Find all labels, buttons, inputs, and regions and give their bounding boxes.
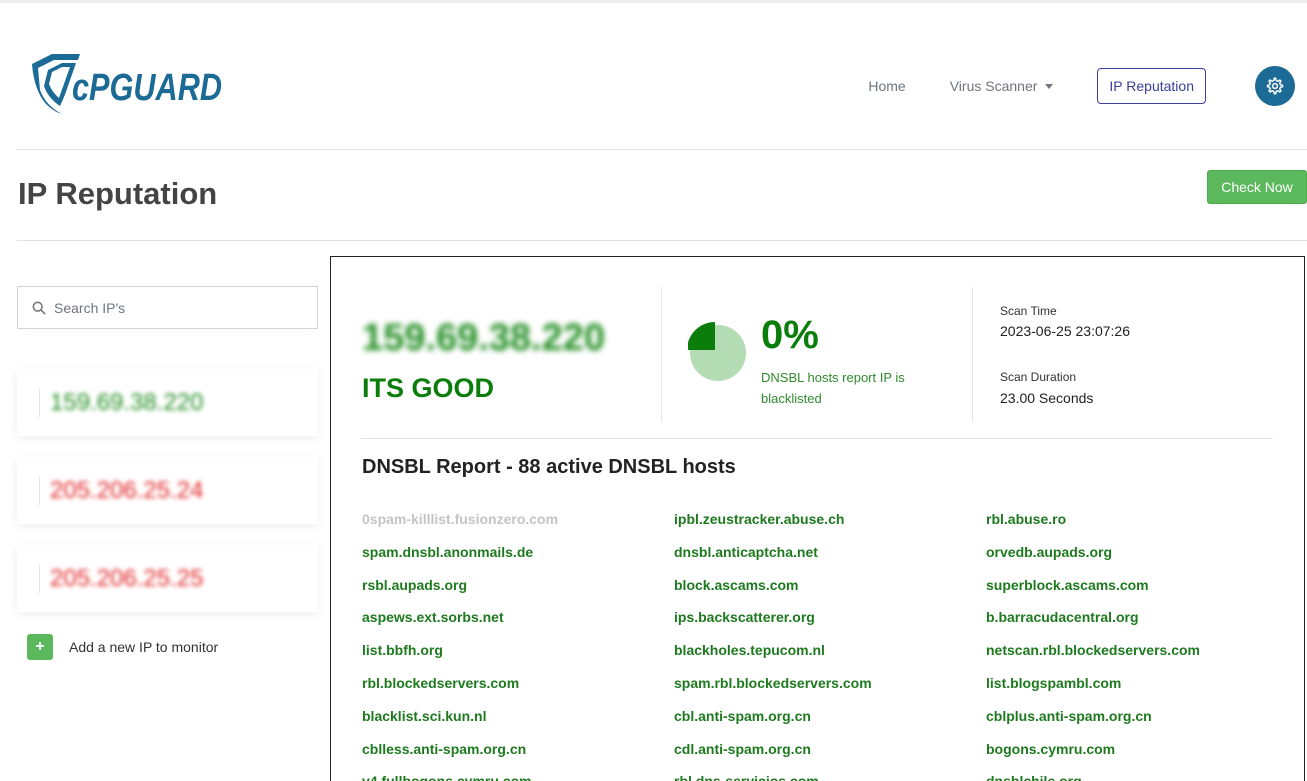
nav-virus-scanner[interactable]: Virus Scanner [950, 78, 1054, 94]
title-divider [17, 240, 1307, 241]
item-divider [39, 564, 40, 593]
add-ip-button[interactable]: + [27, 634, 53, 660]
add-ip-label: Add a new IP to monitor [69, 639, 219, 655]
blacklist-percent: 0% [761, 313, 819, 357]
result-panel: 159.69.38.220 ITS GOOD 0% DNSBL hosts re… [330, 256, 1305, 781]
nav-home[interactable]: Home [868, 78, 905, 94]
dnsbl-host: ipbl.zeustracker.abuse.ch [674, 511, 845, 527]
blacklist-description: DNSBL hosts report IP is blacklisted [761, 370, 905, 406]
caret-down-icon [1045, 83, 1054, 89]
top-border [0, 0, 1307, 3]
dnsbl-host: rbl.dns-servicios.com [674, 773, 986, 781]
logo-text: cPGUARD [72, 67, 222, 109]
stat-divider [661, 287, 662, 422]
check-now-button[interactable]: Check Now [1207, 170, 1307, 204]
dnsbl-host: ips.backscatterer.org [674, 609, 815, 626]
page: cPGUARD Home Virus Scanner IP Reputation… [0, 0, 1307, 781]
ip-list-item[interactable]: 205.206.25.24 [17, 457, 318, 524]
nav-virus-scanner-label: Virus Scanner [949, 78, 1038, 94]
result-status: ITS GOOD [362, 373, 495, 403]
report-divider [361, 438, 1273, 439]
dnsbl-host-list: 0spam-killlist.fusionzero.com ipbl.zeustr… [362, 511, 1302, 781]
search-box [17, 286, 318, 329]
header-divider [17, 149, 1307, 150]
scan-time-label: Scan Time [1000, 304, 1057, 318]
dnsbl-host: spam.dnsbl.anonmails.de [362, 543, 534, 560]
dnsbl-host: superblock.ascams.com [986, 576, 1149, 593]
ip-address: 205.206.25.25 [50, 564, 204, 592]
dnsbl-host: aspews.ext.sorbs.net [362, 609, 504, 626]
dnsbl-host: dnsblchile.org [986, 773, 1298, 781]
nav-ip-reputation[interactable]: IP Reputation [1097, 68, 1206, 104]
add-ip-row[interactable]: + Add a new IP to monitor [27, 634, 218, 660]
ip-list-item[interactable]: 205.206.25.25 [17, 545, 318, 612]
dnsbl-host: block.ascams.com [674, 576, 799, 593]
dnsbl-host: spam.rbl.blockedservers.com [674, 674, 872, 691]
dnsbl-host: blacklist.sci.kun.nl [362, 707, 487, 724]
nav-home-label: Home [868, 78, 906, 94]
search-icon [32, 301, 46, 314]
nav-ip-reputation-label: IP Reputation [1109, 78, 1194, 94]
dnsbl-host: cdl.anti-spam.org.cn [674, 740, 811, 757]
page-title: IP Reputation [18, 176, 218, 211]
item-divider [39, 388, 40, 417]
ip-address: 159.69.38.220 [50, 388, 204, 416]
dnsbl-host: blackholes.tepucom.nl [674, 642, 825, 659]
dnsbl-host: netscan.rbl.blockedservers.com [986, 642, 1200, 659]
result-ip: 159.69.38.220 [362, 317, 606, 359]
dnsbl-host: rbl.abuse.ro [986, 511, 1067, 527]
stat-divider [972, 287, 973, 422]
dnsbl-host: rbl.blockedservers.com [362, 674, 520, 691]
dnsbl-host: orvedb.aupads.org [986, 543, 1113, 560]
dnsbl-host: rsbl.aupads.org [362, 576, 468, 593]
scan-duration-value: 23.00 Seconds [1000, 390, 1094, 406]
dnsbl-host: 0spam-killlist.fusionzero.com [362, 511, 559, 527]
ip-list-item[interactable]: 159.69.38.220 [17, 369, 318, 436]
report-title: DNSBL Report - 88 active DNSBL hosts [362, 456, 736, 478]
gear-icon [1266, 77, 1284, 95]
ip-address: 205.206.25.24 [50, 476, 204, 504]
dnsbl-host: v4.fullbogons.cymru.com [362, 773, 674, 781]
dnsbl-host: cblless.anti-spam.org.cn [362, 740, 527, 757]
cpguard-logo[interactable]: cPGUARD [28, 50, 228, 122]
search-ip-input[interactable] [54, 299, 294, 316]
dnsbl-host: list.blogspambl.com [986, 674, 1122, 691]
dnsbl-host: cbl.anti-spam.org.cn [674, 707, 811, 724]
scan-duration-label: Scan Duration [1000, 370, 1077, 384]
item-divider [39, 476, 40, 505]
dnsbl-host: dnsbl.anticaptcha.net [674, 543, 818, 560]
dnsbl-host: list.bbfh.org [362, 642, 443, 659]
dnsbl-host: b.barracudacentral.org [986, 609, 1139, 626]
blacklist-pie-chart [688, 322, 746, 381]
dnsbl-host: bogons.cymru.com [986, 740, 1116, 757]
scan-time-value: 2023-06-25 23:07:26 [1000, 323, 1130, 339]
dnsbl-host: cblplus.anti-spam.org.cn [986, 707, 1152, 724]
top-nav: Home Virus Scanner IP Reputation [868, 66, 1295, 106]
settings-button[interactable] [1255, 66, 1295, 106]
